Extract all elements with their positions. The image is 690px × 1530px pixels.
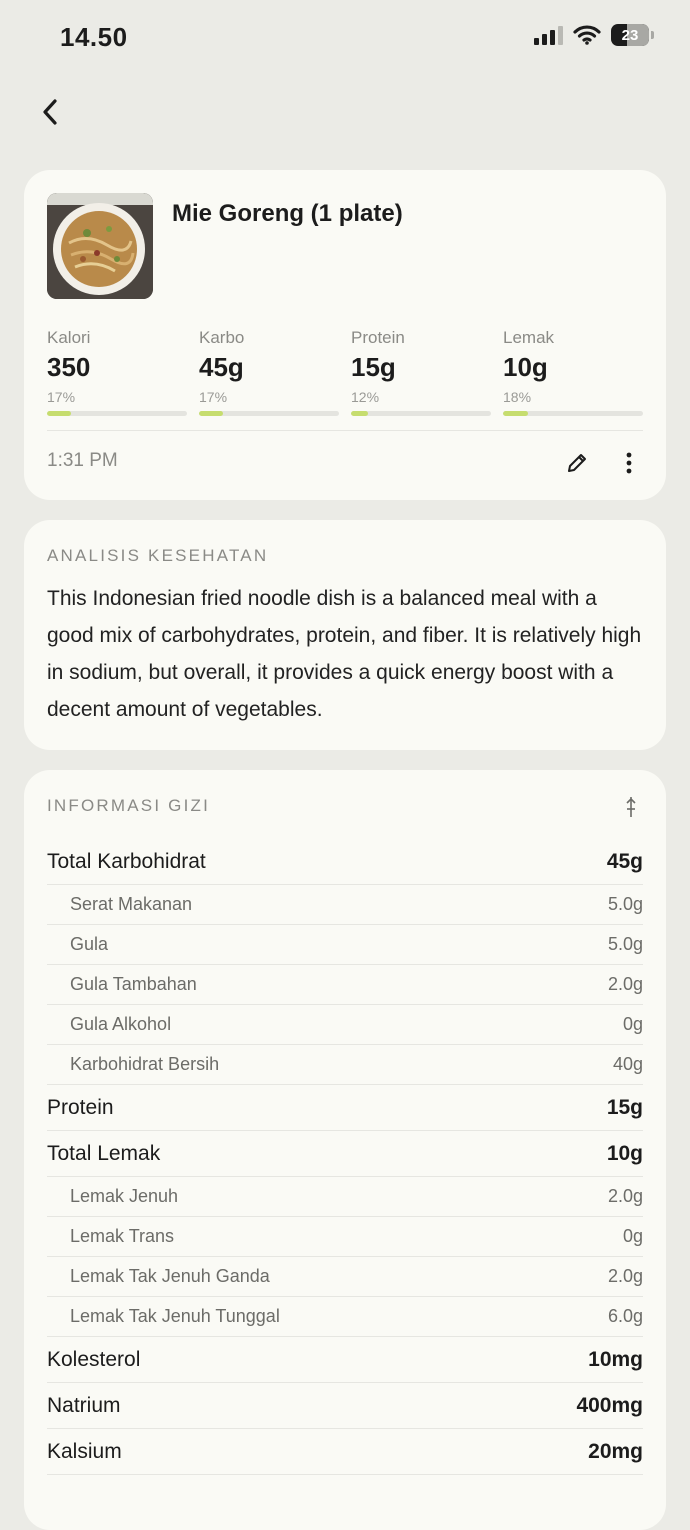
nutrient-label: Gula Tambahan: [70, 974, 197, 994]
nutrient-row: Total Lemak 10g: [47, 1131, 643, 1177]
nutrition-heading: INFORMASI GIZI: [47, 796, 211, 815]
nutrient-value: 400mg: [576, 1393, 643, 1417]
nutrient-label: Gula: [70, 934, 109, 954]
nutrient-label: Serat Makanan: [70, 894, 193, 914]
back-chevron-icon: [43, 99, 57, 125]
status-bar: 14.50 23: [0, 0, 690, 80]
edit-button[interactable]: [562, 448, 592, 478]
nutrient-label: Natrium: [47, 1393, 121, 1417]
sub-nutrient-row: Lemak Jenuh 2.0g: [47, 1177, 643, 1217]
macro-progress-bar: [503, 411, 643, 416]
macro-progress-bar: [351, 411, 491, 416]
meal-card[interactable]: Mie Goreng (1 plate) Kalori 350 17% Karb…: [24, 170, 666, 500]
status-time: 14.50: [60, 22, 128, 52]
nutrient-label: Kalsium: [47, 1439, 122, 1463]
nutrient-label: Total Lemak: [47, 1141, 161, 1165]
nutrition-list: Total Karbohidrat 45g Serat Makanan 5.0g Gul…: [47, 840, 643, 1475]
nutrient-value: 2.0g: [607, 1186, 643, 1206]
sub-nutrient-row: Gula 5.0g: [47, 925, 643, 965]
analysis-heading: ANALISIS KESEHATAN: [47, 546, 269, 565]
sub-nutrient-row: Karbohidrat Bersih 40g: [47, 1045, 643, 1085]
nutrient-value: 2.0g: [607, 974, 643, 994]
sub-nutrient-row: Serat Makanan 5.0g: [47, 885, 643, 925]
back-button[interactable]: [30, 92, 70, 132]
nutrient-row: Natrium 400mg: [47, 1383, 643, 1429]
macro-label: Karbo: [199, 328, 245, 347]
macro-percent: 17%: [199, 389, 228, 405]
nutrient-label: Lemak Trans: [70, 1226, 175, 1246]
macro-calories: Kalori 350 17%: [47, 328, 187, 416]
nutrient-row: Kalsium 20mg: [47, 1429, 643, 1475]
nutrient-label: Gula Alkohol: [70, 1014, 172, 1034]
sort-button[interactable]: [620, 794, 642, 820]
macro-percent: 18%: [503, 389, 532, 405]
nutrient-value: 15g: [606, 1095, 643, 1119]
pencil-icon: [568, 454, 586, 472]
macro-value: 45g: [199, 352, 244, 382]
more-options-button[interactable]: [614, 448, 644, 478]
macro-percent: 17%: [47, 389, 76, 405]
nutrient-value: 2.0g: [607, 1266, 643, 1286]
nutrient-label: Protein: [47, 1095, 114, 1119]
nutrient-label: Kolesterol: [47, 1347, 141, 1371]
meal-title: Mie Goreng (1 plate): [172, 200, 403, 227]
macro-label: Protein: [351, 328, 405, 347]
divider: [47, 430, 643, 431]
nutrient-label: Lemak Tak Jenuh Ganda: [70, 1266, 270, 1286]
macro-protein: Protein 15g 12%: [351, 328, 491, 416]
macro-label: Lemak: [503, 328, 555, 347]
macro-progress-bar: [199, 411, 339, 416]
wifi-icon: [573, 25, 601, 45]
sub-nutrient-row: Gula Tambahan 2.0g: [47, 965, 643, 1005]
sub-nutrient-row: Lemak Tak Jenuh Tunggal 6.0g: [47, 1297, 643, 1337]
nutrient-label: Karbohidrat Bersih: [70, 1054, 220, 1074]
nutrient-row: Kolesterol 10mg: [47, 1337, 643, 1383]
battery-level: 23: [621, 26, 639, 44]
macro-progress-bar: [47, 411, 187, 416]
sub-nutrient-row: Lemak Tak Jenuh Ganda 2.0g: [47, 1257, 643, 1297]
macro-label: Kalori: [47, 328, 91, 347]
nutrient-row: Total Karbohidrat 45g: [47, 840, 643, 885]
status-icons: 23: [534, 24, 654, 46]
macro-percent: 12%: [351, 389, 380, 405]
macro-value: 350: [47, 352, 91, 382]
sort-icon: [626, 797, 636, 817]
battery-tip: [651, 31, 654, 39]
nutrient-label: Lemak Tak Jenuh Tunggal: [70, 1306, 280, 1326]
nutrient-value: 0g: [622, 1014, 643, 1034]
nutrient-value: 10g: [606, 1141, 643, 1165]
sub-nutrient-row: Lemak Trans 0g: [47, 1217, 643, 1257]
nutrient-value: 0g: [622, 1226, 643, 1246]
macro-fat: Lemak 10g 18%: [503, 328, 643, 416]
macro-summary: Kalori 350 17% Karbo 45g 17% Protein 15g…: [47, 328, 643, 416]
signal-icon: [534, 25, 563, 45]
nutrient-value: 5.0g: [607, 894, 643, 914]
nutrition-info-card: INFORMASI GIZI Total Karbohidrat 45g Serat…: [24, 770, 666, 1530]
battery-icon: 23: [611, 24, 649, 46]
more-vertical-icon: [626, 452, 632, 474]
food-photo: [47, 193, 153, 299]
macro-value: 10g: [503, 352, 548, 382]
nutrient-value: 45g: [606, 850, 643, 873]
nutrient-label: Total Karbohidrat: [47, 850, 206, 873]
nutrient-value: 40g: [612, 1054, 643, 1074]
meal-time: 1:31 PM: [47, 450, 118, 471]
macro-value: 15g: [351, 352, 396, 382]
nutrient-value: 6.0g: [607, 1306, 643, 1326]
nutrient-value: 20mg: [588, 1439, 643, 1463]
analysis-text: This Indonesian fried noodle dish is a b…: [47, 587, 642, 721]
sub-nutrient-row: Gula Alkohol 0g: [47, 1005, 643, 1045]
macro-carbs: Karbo 45g 17%: [199, 328, 339, 416]
nutrient-value: 5.0g: [607, 934, 643, 954]
health-analysis-card: ANALISIS KESEHATAN This Indonesian fried…: [24, 520, 666, 750]
nutrient-label: Lemak Jenuh: [70, 1186, 179, 1206]
nutrient-row: Protein 15g: [47, 1085, 643, 1131]
nutrient-value: 10mg: [588, 1347, 643, 1371]
